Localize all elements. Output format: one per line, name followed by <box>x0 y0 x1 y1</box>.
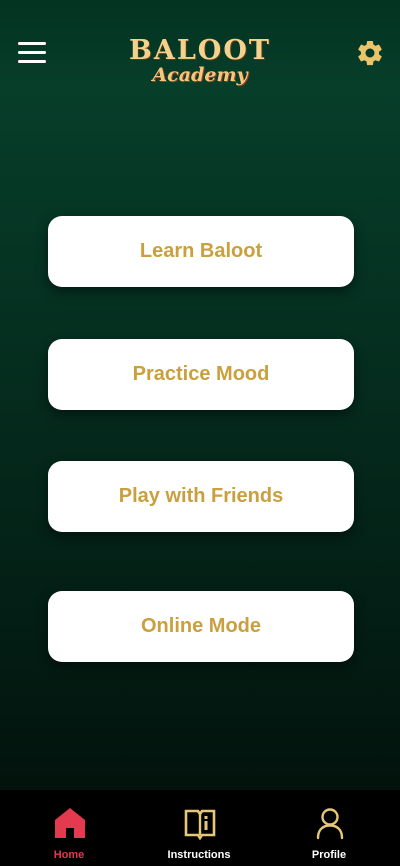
app-logo: BALOOT Academy <box>110 35 290 87</box>
settings-gear-icon[interactable] <box>355 38 385 68</box>
play-with-friends-label: Play with Friends <box>118 485 284 507</box>
hamburger-menu-icon[interactable] <box>18 41 46 65</box>
home-icon <box>55 808 85 838</box>
bottom-navigation: Home Instructions Profile <box>0 790 400 866</box>
user-icon <box>316 808 344 840</box>
nav-profile-label: Profile <box>311 849 347 861</box>
online-mode-button[interactable]: Online Mode <box>48 591 354 662</box>
learn-baloot-button[interactable]: Learn Baloot <box>48 216 354 287</box>
practice-mood-button[interactable]: Practice Mood <box>48 339 354 410</box>
nav-instructions[interactable]: Instructions <box>144 790 254 866</box>
nav-home[interactable]: Home <box>14 790 124 866</box>
logo-subtitle: Academy <box>152 64 248 86</box>
top-bar: BALOOT Academy <box>0 0 400 110</box>
play-with-friends-button[interactable]: Play with Friends <box>48 461 354 532</box>
online-mode-label: Online Mode <box>141 615 261 637</box>
book-icon <box>184 809 216 840</box>
nav-profile[interactable]: Profile <box>274 790 384 866</box>
logo-title: BALOOT <box>129 35 271 66</box>
nav-instructions-label: Instructions <box>167 849 231 861</box>
nav-home-label: Home <box>53 849 85 861</box>
learn-baloot-label: Learn Baloot <box>139 240 263 262</box>
practice-mood-label: Practice Mood <box>132 363 270 385</box>
